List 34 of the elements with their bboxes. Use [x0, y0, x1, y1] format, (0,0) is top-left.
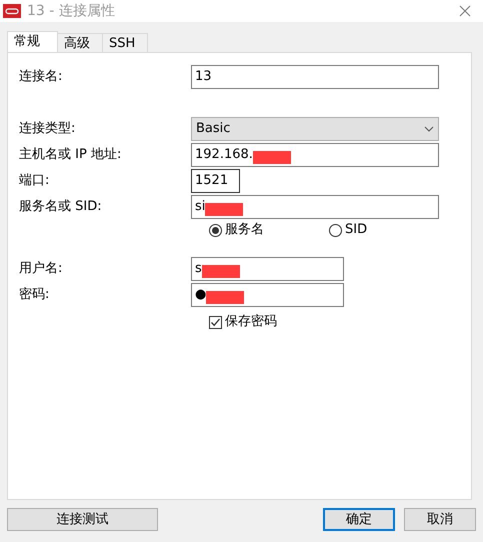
input-field[interactable]: ●	[191, 283, 344, 307]
input-field[interactable]: 13	[191, 65, 439, 89]
field-label: 连接类型:	[19, 120, 76, 138]
input-field[interactable]: si	[191, 195, 439, 219]
radio-label: 服务名	[225, 221, 264, 240]
close-icon[interactable]	[459, 5, 471, 17]
field-label: 连接名:	[19, 68, 64, 86]
field-label: 服务名或 SID:	[19, 198, 103, 216]
tab[interactable]: 高级	[57, 33, 103, 52]
input-field[interactable]: 192.168.	[191, 143, 439, 167]
checkbox-icon	[209, 316, 222, 328]
redaction-mark	[252, 150, 291, 164]
radio-label: SID	[345, 221, 368, 240]
field-label: 端口:	[19, 172, 50, 190]
save-password-checkbox[interactable]: 保存密码	[209, 312, 277, 332]
connection-type-select[interactable]: Basic	[191, 117, 439, 141]
field-label: 用户名:	[19, 260, 64, 278]
radio-button[interactable]	[209, 224, 222, 236]
dialog-button[interactable]: 确定	[323, 508, 395, 531]
tab[interactable]: SSH	[102, 33, 148, 52]
input-field[interactable]: 1521	[191, 169, 240, 193]
redaction-mark	[206, 290, 244, 304]
chevron-down-icon	[424, 126, 434, 132]
tab[interactable]: 常规	[7, 31, 58, 52]
window-title: 13 - 连接属性	[27, 2, 115, 20]
radio-button[interactable]	[329, 224, 342, 236]
app-icon	[3, 4, 21, 18]
dialog-button[interactable]: 取消	[404, 508, 476, 531]
dialog-button[interactable]: 连接测试	[7, 508, 158, 531]
field-label: 密码:	[19, 286, 50, 304]
input-field[interactable]: s	[191, 257, 344, 281]
field-label: 主机名或 IP 地址:	[19, 146, 122, 164]
redaction-mark	[205, 202, 244, 216]
redaction-mark	[202, 264, 240, 278]
